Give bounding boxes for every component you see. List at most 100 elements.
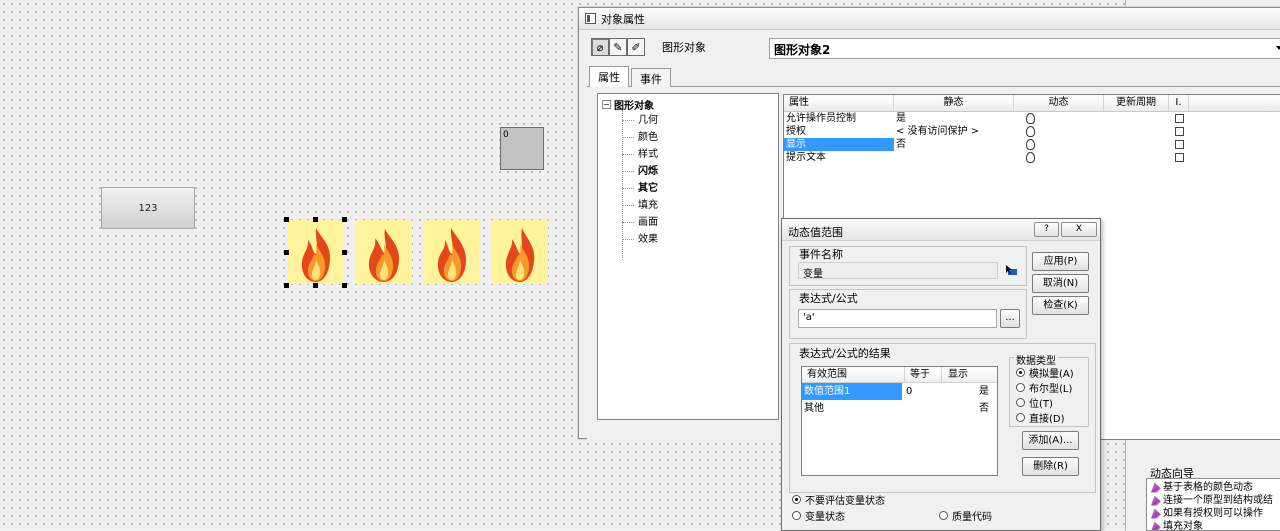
tab-events[interactable]: 事件 <box>631 68 671 87</box>
browse-button[interactable]: ... <box>1000 309 1020 328</box>
fire-image-1[interactable] <box>287 220 344 284</box>
light-bulb-icon[interactable] <box>1026 152 1035 163</box>
indirect-checkbox[interactable] <box>1175 127 1184 136</box>
wizard-item[interactable]: 填充对象 <box>1151 520 1280 530</box>
collapse-icon[interactable]: − <box>602 99 611 109</box>
col-indirect[interactable]: I. <box>1169 95 1189 111</box>
selection-handle[interactable] <box>313 217 318 222</box>
radio-direct[interactable]: 直接(D) <box>1016 410 1074 425</box>
delete-button[interactable]: 删除(R) <box>1022 457 1079 476</box>
wizard-item[interactable]: 基于表格的颜色动态 <box>1151 481 1280 494</box>
row-static[interactable]: 是 <box>894 112 1014 125</box>
selection-handle[interactable] <box>284 217 289 222</box>
check-button[interactable]: 检查(K) <box>1032 296 1089 315</box>
col-valid-range[interactable]: 有效范围 <box>802 367 905 382</box>
grid-row[interactable]: 允许操作员控制 是 <box>784 112 1280 125</box>
tree-item-filling[interactable]: 填充 <box>602 197 778 214</box>
expression-input[interactable]: 'a' <box>798 309 997 328</box>
tree-root[interactable]: − 图形对象 <box>602 96 778 112</box>
radio-boolean[interactable]: 布尔型(L) <box>1016 380 1074 395</box>
property-tree[interactable]: − 图形对象 几何 颜色 样式 闪烁 其它 填充 画面 效果 <box>597 93 779 420</box>
io-field-value: 123 <box>138 202 158 214</box>
indirect-cell[interactable] <box>1169 112 1189 125</box>
indirect-cell[interactable] <box>1169 138 1189 151</box>
io-field[interactable]: 123 <box>101 187 195 229</box>
fire-image-4[interactable] <box>491 220 548 284</box>
fire-icon <box>505 228 534 282</box>
selection-handle[interactable] <box>313 283 318 288</box>
tree-item-miscellaneous[interactable]: 其它 <box>602 180 778 197</box>
radio-analog[interactable]: 模拟量(A) <box>1016 365 1074 380</box>
bulb-cell[interactable] <box>1014 125 1104 138</box>
tab-properties[interactable]: 属性 <box>589 66 629 87</box>
selection-handle[interactable] <box>284 283 289 288</box>
tree-item-geometry[interactable]: 几何 <box>602 112 778 129</box>
col-property[interactable]: 属性 <box>784 95 894 111</box>
result-row-selected[interactable]: 数值范围1 0 是 <box>802 383 997 400</box>
indirect-checkbox[interactable] <box>1175 140 1184 149</box>
row-static[interactable] <box>894 151 1014 164</box>
radio-tag-status[interactable]: 变量状态 <box>792 508 845 523</box>
cancel-button[interactable]: 取消(N) <box>1032 274 1089 293</box>
radio-off-icon[interactable] <box>1016 383 1025 392</box>
light-bulb-icon[interactable] <box>1026 113 1035 124</box>
col-dynamic[interactable]: 动态 <box>1014 95 1104 111</box>
tree-item-styles[interactable]: 样式 <box>602 146 778 163</box>
selection-handle[interactable] <box>342 217 347 222</box>
indirect-checkbox[interactable] <box>1175 114 1184 123</box>
bulb-cell[interactable] <box>1014 112 1104 125</box>
radio-on-icon[interactable] <box>1016 368 1025 377</box>
pin-icon[interactable]: ⌀ <box>591 38 609 56</box>
col-update-cycle[interactable]: 更新周期 <box>1104 95 1169 111</box>
radio-no-evaluate[interactable]: 不要评估变量状态 <box>792 492 885 507</box>
radio-off-icon[interactable] <box>1016 398 1025 407</box>
grid-row[interactable]: 授权 < 没有访问保护 > <box>784 125 1280 138</box>
row-static[interactable]: 否 <box>894 138 1014 151</box>
indirect-checkbox[interactable] <box>1175 153 1184 162</box>
grid-row-selected[interactable]: 显示 否 <box>784 138 1280 151</box>
radio-off-icon[interactable] <box>1016 413 1025 422</box>
light-bulb-icon[interactable] <box>1026 139 1035 150</box>
selection-handle[interactable] <box>284 250 289 255</box>
dynamic-wizard-list[interactable]: 基于表格的颜色动态 连接一个原型到结构或结 如果有授权则可以操作 填充对象 <box>1146 478 1280 531</box>
wizard-item[interactable]: 连接一个原型到结构或结 <box>1151 494 1280 507</box>
col-equals[interactable]: 等于 <box>905 367 942 382</box>
close-button[interactable]: X <box>1061 222 1097 237</box>
add-button[interactable]: 添加(A)... <box>1022 431 1079 450</box>
tree-item-flashing[interactable]: 闪烁 <box>602 163 778 180</box>
copy-brush-icon[interactable]: ✐ <box>627 38 645 56</box>
help-button[interactable]: ? <box>1034 222 1059 237</box>
tree-item-colors[interactable]: 颜色 <box>602 129 778 146</box>
col-static[interactable]: 静态 <box>894 95 1014 111</box>
radio-quality-code[interactable]: 质量代码 <box>939 508 992 523</box>
radio-off-icon[interactable] <box>939 511 948 520</box>
bulb-cell[interactable] <box>1014 138 1104 151</box>
radio-bit[interactable]: 位(T) <box>1016 395 1074 410</box>
selection-handle[interactable] <box>342 283 347 288</box>
apply-button[interactable]: 应用(P) <box>1032 252 1089 271</box>
light-bulb-icon[interactable] <box>1026 126 1035 137</box>
selection-handle[interactable] <box>342 250 347 255</box>
chevron-down-icon[interactable] <box>1276 46 1280 50</box>
bulb-cell[interactable] <box>1014 151 1104 164</box>
radio-on-icon[interactable] <box>792 495 801 504</box>
grid-row[interactable]: 提示文本 <box>784 151 1280 164</box>
grid-header: 属性 静态 动态 更新周期 I. <box>784 95 1280 112</box>
brush-icon[interactable]: ✎ <box>609 38 627 56</box>
props-title-bar[interactable]: 对象属性 <box>579 8 1280 30</box>
small-rectangle-object[interactable]: 0 <box>500 127 544 170</box>
tree-item-picture[interactable]: 画面 <box>602 214 778 231</box>
tree-item-effects[interactable]: 效果 <box>602 231 778 248</box>
col-display[interactable]: 显示 <box>942 367 997 382</box>
fire-image-3[interactable] <box>423 220 480 284</box>
fire-image-2[interactable] <box>355 220 412 284</box>
result-list[interactable]: 有效范围 等于 显示 数值范围1 0 是 其他 否 <box>801 366 998 476</box>
indirect-cell[interactable] <box>1169 151 1189 164</box>
row-static[interactable]: < 没有访问保护 > <box>894 125 1014 138</box>
indirect-cell[interactable] <box>1169 125 1189 138</box>
object-name-select[interactable]: 图形对象2 <box>769 38 1280 59</box>
trigger-icon[interactable] <box>1005 264 1018 276</box>
wizard-item[interactable]: 如果有授权则可以操作 <box>1151 507 1280 520</box>
result-row[interactable]: 其他 否 <box>802 400 997 417</box>
radio-off-icon[interactable] <box>792 511 801 520</box>
